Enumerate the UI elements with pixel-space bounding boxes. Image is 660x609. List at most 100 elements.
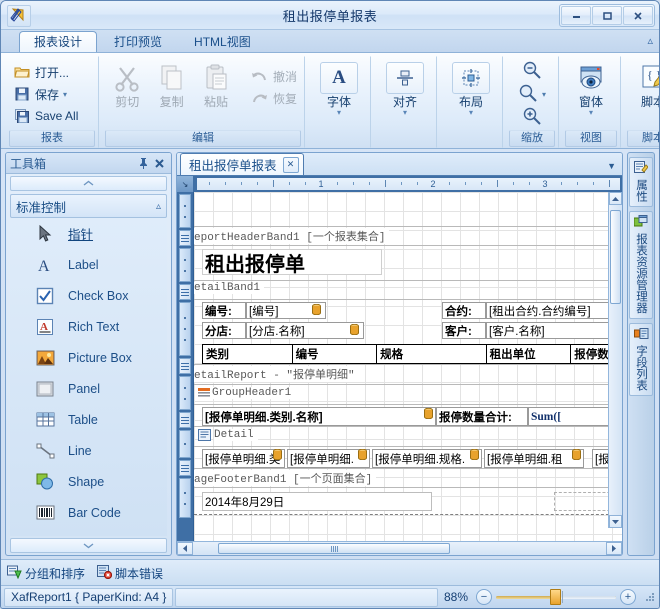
report-title[interactable]: 租出报停单 [202,249,382,275]
undo-button[interactable]: 撤消 [247,65,301,87]
band-label-detail-report[interactable]: etailReport - "报停单明细" [194,366,359,382]
redo-button-label: 恢复 [272,91,297,106]
plus-circle-icon[interactable]: + [620,589,636,605]
detail-cell[interactable]: [报停单明细.规格. [372,449,482,468]
resize-grip-icon[interactable] [644,591,656,603]
report-canvas[interactable]: eportHeaderBand1 [一个报表集合] 租出报停单 etailBan… [193,192,622,541]
band-label-detail-band[interactable]: etailBand1 [194,282,265,294]
band-selector-page-footer[interactable] [179,460,191,476]
zoom-slider-thumb[interactable] [550,589,561,605]
page-footer-date[interactable]: 2014年8月29日 [202,492,432,511]
scroll-down-button[interactable] [609,515,622,528]
zoom-slider-control[interactable]: − + [476,589,636,605]
document-tab[interactable]: 租出报停单报表 ✕ [180,153,304,175]
band-label-group-header[interactable]: GroupHeader1 [212,387,296,399]
maximize-button[interactable] [592,6,622,25]
toolbox-item-label[interactable]: A Label [10,249,167,280]
toolbox-item-panel[interactable]: Panel [10,373,167,404]
toolbox-item-rich-text[interactable]: A Rich Text [10,311,167,342]
scroll-right-button[interactable] [606,542,622,555]
field-label-branch[interactable]: 分店: [202,322,246,339]
group-header-field[interactable]: [报停单明细.类别.名称] [202,407,436,426]
layout-button[interactable]: 布局 ▾ [443,59,499,117]
window-button[interactable]: 窗体 ▾ [565,59,617,117]
ruler-corner-icon[interactable]: ↘ [177,176,194,192]
scrollbar-thumb[interactable] [218,543,450,554]
chevron-down-icon[interactable]: ▼ [607,161,616,171]
font-button[interactable]: A 字体 ▾ [311,59,367,117]
group-sum-label[interactable]: 报停数量合计: [436,407,528,426]
vertical-ruler[interactable] [177,192,193,541]
field-value-branch[interactable]: [分店.名称] [246,322,364,339]
bottom-tab-script-errors[interactable]: 脚本错误 [97,564,163,582]
close-button[interactable] [623,6,653,25]
scrollbar-thumb[interactable] [610,210,621,304]
bottom-tab-group-and-sort[interactable]: 分组和排序 [7,565,85,582]
dock-tab-field-list[interactable]: 字段列表 [629,322,653,396]
zoom-out-button[interactable] [522,60,542,83]
cut-button[interactable]: 剪切 [105,59,149,109]
chevron-up-icon[interactable]: ▵ [647,34,653,47]
zoom-in-button[interactable] [522,106,542,129]
toolbox-item-table[interactable]: Table [10,404,167,435]
open-button[interactable]: 打开... [9,61,73,83]
zoom-slider-track[interactable] [496,589,616,605]
close-icon[interactable] [151,155,167,171]
redo-button[interactable]: 恢复 [247,87,301,109]
toolbox-item-picture-box[interactable]: Picture Box [10,342,167,373]
close-icon[interactable]: ✕ [282,156,299,173]
field-label-customer[interactable]: 客户: [442,322,486,339]
band-selector-detail[interactable] [179,412,191,428]
copy-button[interactable]: 复制 [149,59,193,109]
chevron-down-icon[interactable]: ▾ [469,109,473,117]
detail-cell[interactable]: [报停单明细.租 [484,449,584,468]
band-label-page-footer[interactable]: ageFooterBand1 [一个页面集合] [194,470,377,486]
canvas-vertical-scrollbar[interactable] [608,192,622,528]
field-label-number[interactable]: 编号: [202,302,246,319]
chevron-up-icon[interactable]: ▵ [156,201,161,212]
pin-icon[interactable] [135,155,151,171]
band-selector-detail-band[interactable] [179,284,191,300]
toolbox-scroll-down[interactable] [10,538,167,553]
dock-tab-properties[interactable]: 属性 [629,157,653,207]
toolbox-item-line[interactable]: Line [10,435,167,466]
chevron-down-icon[interactable]: ▾ [403,109,407,117]
field-label-contract[interactable]: 合约: [442,302,486,319]
chevron-down-icon[interactable]: ▾ [589,109,593,117]
toolbox-item-check-box[interactable]: Check Box [10,280,167,311]
band-label-report-header[interactable]: eportHeaderBand1 [一个报表集合] [194,228,390,244]
tab-report-design[interactable]: 报表设计 [19,31,98,52]
toolbox-item-pointer[interactable]: 指针 [10,218,167,249]
tab-print-preview[interactable]: 打印预览 [99,31,177,52]
band-label-detail[interactable]: Detail [214,429,258,441]
toolbox-item-shape[interactable]: Shape [10,466,167,497]
group-sum-expression[interactable]: Sum([ [528,407,620,426]
toolbox-group-standard-controls[interactable]: 标准控制 ▵ [10,194,167,218]
scroll-up-button[interactable] [609,192,622,205]
save-button[interactable]: 保存 ▾ [9,83,71,105]
minimize-button[interactable] [561,6,591,25]
table-header-row[interactable]: 类别 编号 规格 租出单位 报停数 [202,344,620,364]
tab-html-view[interactable]: HTML视图 [179,31,266,52]
report-page[interactable]: eportHeaderBand1 [一个报表集合] 租出报停单 etailBan… [194,192,622,541]
scroll-left-button[interactable] [177,542,193,555]
chevron-down-icon[interactable]: ▾ [337,109,341,117]
script-button[interactable]: { } 脚本 [627,59,659,109]
dock-tab-report-explorer[interactable]: 报表资源管理器 [629,211,653,319]
scroll-track[interactable] [193,542,606,555]
toolbox-item-bar-code[interactable]: Bar Code [10,497,167,528]
band-selector-report-header[interactable] [179,230,191,246]
align-button[interactable]: 对齐 ▾ [377,59,433,117]
minus-circle-icon[interactable]: − [476,589,492,605]
field-value-contract[interactable]: [租出合约.合约编号] [486,302,618,319]
paste-button[interactable]: 粘贴 [194,59,238,109]
chevron-down-icon[interactable]: ▾ [63,90,67,99]
zoom-select-button[interactable]: ▾ [518,83,546,106]
save-all-button[interactable]: Save All [9,105,82,127]
canvas-horizontal-scrollbar[interactable] [177,541,622,555]
toolbox-scroll-up[interactable] [10,176,167,191]
chevron-down-icon[interactable]: ▾ [542,90,546,99]
horizontal-ruler[interactable]: 1 2 3 4 [197,178,620,190]
field-value-customer[interactable]: [客户.名称] [486,322,618,339]
band-selector-detail-report[interactable] [179,358,191,374]
